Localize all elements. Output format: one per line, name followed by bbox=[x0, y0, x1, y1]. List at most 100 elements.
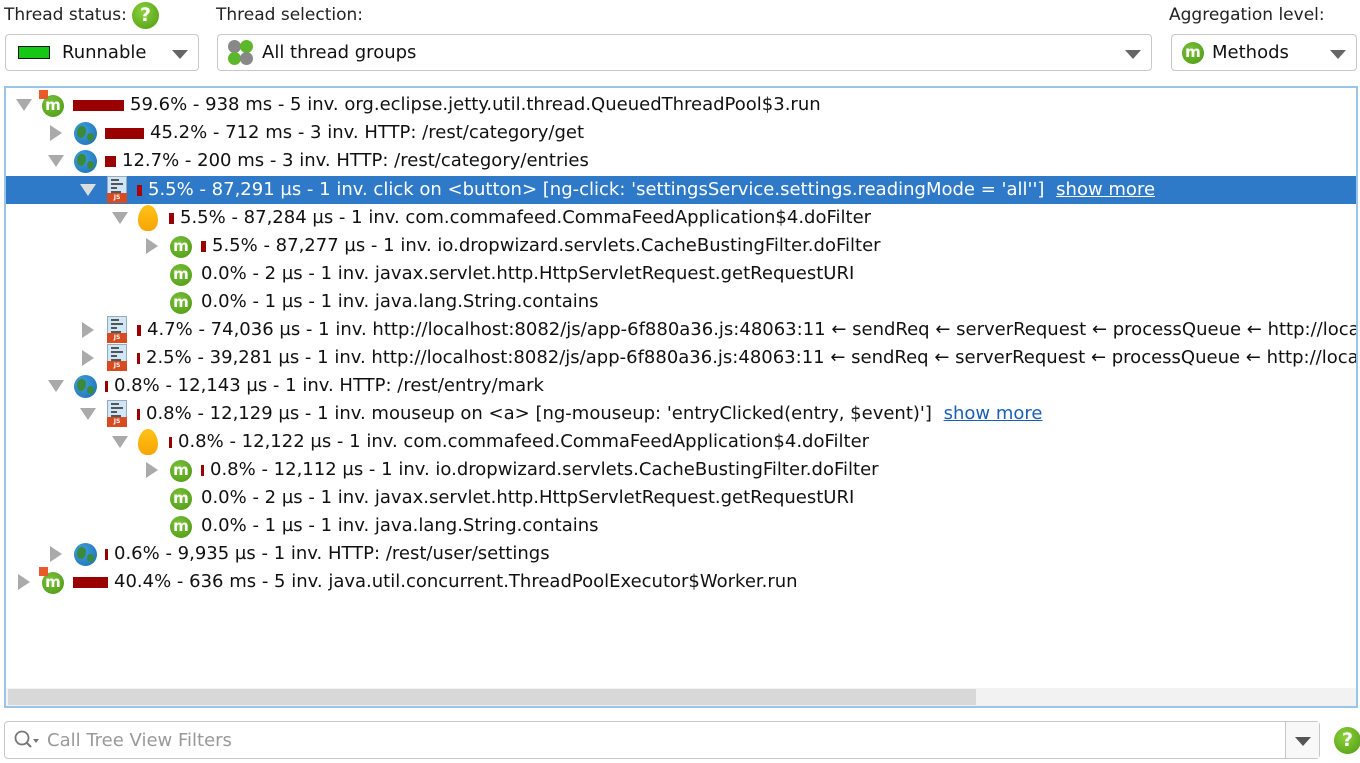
tree-row-label: 5.5% - 87,284 µs - 1 inv. com.commafeed.… bbox=[180, 207, 872, 228]
tree-row[interactable]: m 0.0% - 2 µs - 1 inv. javax.servlet.http… bbox=[6, 484, 1356, 512]
percent-bar bbox=[169, 436, 172, 448]
tree-row-label: 5.5% - 87,277 µs - 1 inv. io.dropwizard.… bbox=[212, 235, 881, 256]
tree-row-content: 5.5% - 87,284 µs - 1 inv. com.commafeed.… bbox=[169, 207, 871, 228]
expand-toggle-icon[interactable] bbox=[50, 125, 62, 141]
tree-row-label: 0.0% - 2 µs - 1 inv. javax.servlet.http.… bbox=[201, 487, 855, 508]
tree-row[interactable]: 0.6% - 9,935 µs - 1 inv. HTTP: /rest/use… bbox=[6, 540, 1356, 568]
tree-row[interactable]: m 0.0% - 1 µs - 1 inv. java.lang.String.c… bbox=[6, 512, 1356, 540]
tree-row-label: 40.4% - 636 ms - 5 inv. java.util.concur… bbox=[114, 571, 798, 592]
tree-row-content: 0.0% - 1 µs - 1 inv. java.lang.String.co… bbox=[201, 291, 599, 312]
globe-icon bbox=[74, 122, 98, 146]
tree-row-label: 4.7% - 74,036 µs - 1 inv. http://localho… bbox=[147, 319, 1356, 340]
globe-icon bbox=[74, 543, 98, 567]
method-glyph: m bbox=[170, 516, 192, 538]
thread-flag-icon bbox=[39, 567, 48, 576]
percent-bar bbox=[201, 464, 204, 476]
thread-status-help-icon[interactable]: ? bbox=[132, 2, 159, 29]
percent-bar bbox=[105, 127, 144, 139]
scrollbar-thumb[interactable] bbox=[8, 689, 976, 705]
tree-row[interactable]: m 0.8% - 12,112 µs - 1 inv. io.dropwizard… bbox=[6, 456, 1356, 484]
tree-row[interactable]: JS 4.7% - 74,036 µs - 1 inv. http://local… bbox=[6, 316, 1356, 344]
globe-icon bbox=[74, 375, 98, 399]
call-tree-panel: m 59.6% - 938 ms - 5 inv. org.eclipse.jet… bbox=[4, 86, 1358, 708]
expand-toggle-icon[interactable] bbox=[146, 462, 158, 478]
collapse-toggle-icon[interactable] bbox=[112, 436, 128, 448]
percent-bar bbox=[105, 155, 116, 167]
chevron-down-icon bbox=[1330, 50, 1346, 59]
expand-toggle-icon[interactable] bbox=[82, 322, 94, 338]
tree-row[interactable]: m 0.0% - 2 µs - 1 inv. javax.servlet.http… bbox=[6, 260, 1356, 288]
tree-row-content: 0.0% - 1 µs - 1 inv. java.lang.String.co… bbox=[201, 515, 599, 536]
tree-row-content: 0.8% - 12,122 µs - 1 inv. com.commafeed.… bbox=[169, 431, 869, 452]
tree-row[interactable]: 5.5% - 87,284 µs - 1 inv. com.commafeed.… bbox=[6, 204, 1356, 232]
javascript-file-icon: JS bbox=[106, 316, 130, 343]
percent-bar bbox=[73, 576, 108, 588]
show-more-link[interactable]: show more bbox=[944, 403, 1043, 424]
percent-bar bbox=[73, 99, 124, 111]
expand-toggle-icon[interactable] bbox=[82, 350, 94, 366]
tree-row-content: 5.5% - 87,277 µs - 1 inv. io.dropwizard.… bbox=[201, 235, 881, 256]
tree-row[interactable]: JS 2.5% - 39,281 µs - 1 inv. http://local… bbox=[6, 344, 1356, 372]
collapse-toggle-icon[interactable] bbox=[80, 184, 96, 196]
globe-icon bbox=[74, 150, 98, 174]
tree-row-label: 0.0% - 1 µs - 1 inv. java.lang.String.co… bbox=[201, 291, 599, 312]
tree-row-label: 0.6% - 9,935 µs - 1 inv. HTTP: /rest/use… bbox=[114, 543, 550, 564]
tree-row-label: 45.2% - 712 ms - 3 inv. HTTP: /rest/cate… bbox=[150, 122, 584, 143]
filter-input[interactable] bbox=[47, 729, 1267, 751]
collapse-toggle-icon[interactable] bbox=[80, 408, 96, 420]
javascript-file-icon: JS bbox=[106, 400, 130, 427]
aggregation-level-label: Aggregation level: bbox=[1169, 5, 1325, 25]
horizontal-scrollbar[interactable] bbox=[6, 688, 1356, 706]
show-more-link[interactable]: show more bbox=[1056, 179, 1155, 200]
tree-row-label: 0.8% - 12,112 µs - 1 inv. io.dropwizard.… bbox=[210, 459, 879, 480]
tree-row[interactable]: JS 5.5% - 87,291 µs - 1 inv. click on <bu… bbox=[6, 176, 1356, 204]
filter-egg-icon bbox=[138, 429, 162, 455]
tree-row-content: 4.7% - 74,036 µs - 1 inv. http://localho… bbox=[137, 319, 1356, 340]
expand-toggle-icon[interactable] bbox=[50, 546, 62, 562]
collapse-toggle-icon[interactable] bbox=[16, 99, 32, 111]
tree-row[interactable]: m 5.5% - 87,277 µs - 1 inv. io.dropwizard… bbox=[6, 232, 1356, 260]
tree-row-content: 45.2% - 712 ms - 3 inv. HTTP: /rest/cate… bbox=[105, 122, 584, 143]
tree-row[interactable]: 0.8% - 12,143 µs - 1 inv. HTTP: /rest/en… bbox=[6, 372, 1356, 400]
tree-row[interactable]: 0.8% - 12,122 µs - 1 inv. com.commafeed.… bbox=[6, 428, 1356, 456]
chevron-down-icon bbox=[1125, 50, 1141, 59]
percent-bar bbox=[137, 324, 141, 336]
collapse-toggle-icon[interactable] bbox=[48, 155, 64, 167]
percent-bar bbox=[201, 240, 206, 252]
expand-toggle-icon[interactable] bbox=[146, 238, 158, 254]
collapse-toggle-icon[interactable] bbox=[112, 212, 128, 224]
method-icon: m bbox=[39, 567, 66, 595]
aggregation-level-dropdown[interactable]: m Methods bbox=[1171, 34, 1357, 71]
thread-flag-icon bbox=[39, 90, 48, 99]
collapse-toggle-icon[interactable] bbox=[48, 380, 64, 392]
tree-row-content: 0.0% - 2 µs - 1 inv. javax.servlet.http.… bbox=[201, 263, 854, 284]
filter-help-icon[interactable]: ? bbox=[1334, 727, 1360, 754]
method-icon: m bbox=[170, 515, 194, 539]
percent-bar bbox=[137, 408, 140, 420]
call-tree-filter-field[interactable] bbox=[4, 721, 1320, 759]
tree-row-content: 0.8% - 12,112 µs - 1 inv. io.dropwizard.… bbox=[201, 459, 879, 480]
tree-row-content: 40.4% - 636 ms - 5 inv. java.util.concur… bbox=[73, 571, 798, 592]
method-glyph: m bbox=[170, 236, 192, 258]
thread-selection-label: Thread selection: bbox=[216, 5, 363, 25]
tree-row-content: 0.8% - 12,129 µs - 1 inv. mouseup on <a>… bbox=[137, 403, 1042, 424]
aggregation-level-value: Methods bbox=[1212, 42, 1289, 63]
tree-row[interactable]: m 0.0% - 1 µs - 1 inv. java.lang.String.c… bbox=[6, 288, 1356, 316]
thread-selection-dropdown[interactable]: All thread groups bbox=[217, 34, 1152, 71]
tree-row-content: 5.5% - 87,291 µs - 1 inv. click on <butt… bbox=[137, 179, 1155, 200]
tree-row[interactable]: m 40.4% - 636 ms - 5 inv. java.util.concu… bbox=[6, 567, 1356, 596]
method-icon: m bbox=[1182, 41, 1204, 64]
thread-status-label: Thread status: bbox=[4, 5, 127, 25]
tree-row[interactable]: 45.2% - 712 ms - 3 inv. HTTP: /rest/cate… bbox=[6, 119, 1356, 147]
thread-status-dropdown[interactable]: Runnable bbox=[5, 34, 199, 71]
filter-dropdown-button[interactable] bbox=[1285, 722, 1319, 758]
tree-row[interactable]: 12.7% - 200 ms - 3 inv. HTTP: /rest/cate… bbox=[6, 147, 1356, 175]
method-glyph: m bbox=[170, 460, 192, 482]
tree-row-label: 0.8% - 12,143 µs - 1 inv. HTTP: /rest/en… bbox=[114, 375, 544, 396]
tree-row[interactable]: JS 0.8% - 12,129 µs - 1 inv. mouseup on <… bbox=[6, 400, 1356, 428]
tree-row-label: 0.8% - 12,122 µs - 1 inv. com.commafeed.… bbox=[178, 431, 870, 452]
search-icon bbox=[14, 730, 39, 748]
expand-toggle-icon[interactable] bbox=[18, 574, 30, 590]
tree-row-label: 0.0% - 1 µs - 1 inv. java.lang.String.co… bbox=[201, 515, 599, 536]
tree-row[interactable]: m 59.6% - 938 ms - 5 inv. org.eclipse.jet… bbox=[6, 90, 1356, 119]
